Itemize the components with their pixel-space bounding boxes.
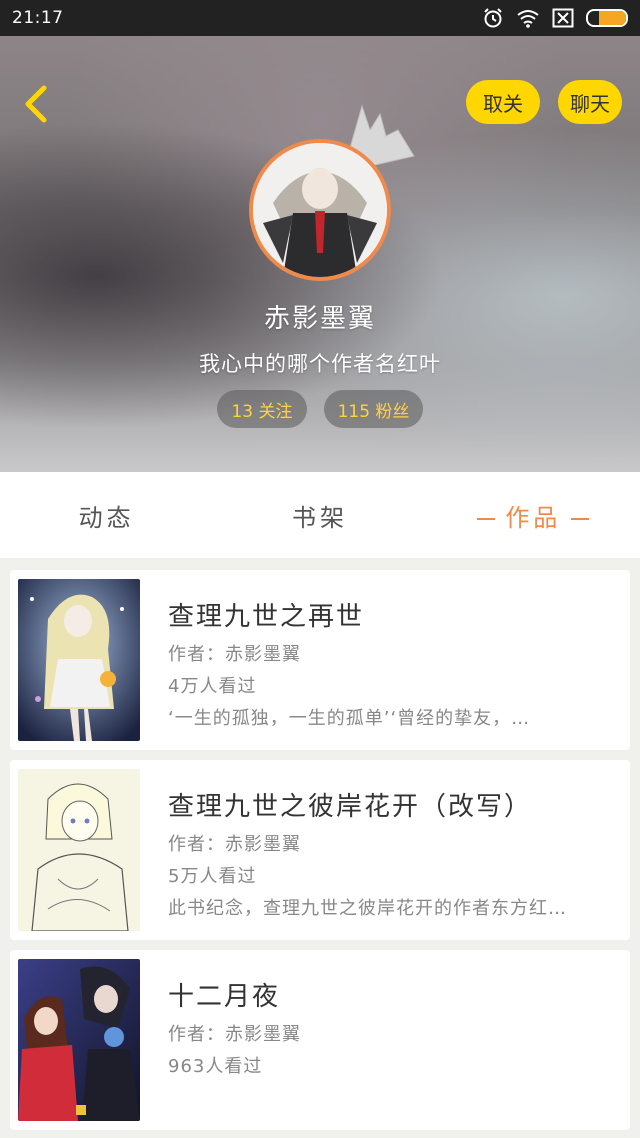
- following-count[interactable]: 13 关注: [217, 390, 307, 428]
- tab-feed-label: 动态: [78, 503, 135, 532]
- work-card[interactable]: 查理九世之再世 作者：赤影墨翼 4万人看过 ‘一生的孤独，一生的孤单’‘曾经的挚…: [10, 570, 630, 750]
- profile-header: 取关 聊天 赤影墨翼 我心中的哪个作者名红叶 13 关注 115 粉丝: [0, 36, 640, 472]
- back-button[interactable]: [18, 84, 58, 124]
- work-cover: [18, 959, 140, 1121]
- chevron-left-icon: [25, 85, 47, 123]
- work-description: ‘一生的孤独，一生的孤单’‘曾经的挚友，…: [168, 708, 531, 729]
- tab-bookshelf[interactable]: 书架: [213, 498, 426, 533]
- avatar[interactable]: [249, 139, 391, 281]
- work-title: 查理九世之彼岸花开（改写）: [168, 792, 533, 822]
- tab-active-dash-right: [571, 517, 590, 520]
- work-title: 查理九世之再世: [168, 602, 365, 632]
- work-views: 5万人看过: [168, 866, 257, 887]
- status-icons: [482, 7, 628, 29]
- username: 赤影墨翼: [263, 304, 376, 334]
- work-card[interactable]: 十二月夜 作者：赤影墨翼 963人看过: [10, 950, 630, 1130]
- battery-fill: [599, 11, 626, 25]
- tab-bookshelf-label: 书架: [291, 503, 348, 532]
- work-author: 作者：赤影墨翼: [168, 1024, 301, 1045]
- work-cover: [18, 769, 140, 931]
- alarm-icon: [482, 7, 504, 29]
- close-box-icon: [552, 8, 574, 28]
- battery-icon: [586, 9, 628, 27]
- work-card[interactable]: 查理九世之彼岸花开（改写） 作者：赤影墨翼 5万人看过 此书纪念，查理九世之彼岸…: [10, 760, 630, 940]
- work-author: 作者：赤影墨翼: [168, 834, 301, 855]
- status-bar: 21:17: [0, 0, 640, 36]
- wifi-icon: [516, 8, 540, 28]
- tab-works-label: 作品: [505, 503, 562, 532]
- unfollow-button[interactable]: 取关: [466, 80, 540, 124]
- tab-works[interactable]: 作品: [427, 498, 640, 533]
- bio: 我心中的哪个作者名红叶: [199, 352, 441, 376]
- work-cover: [18, 579, 140, 741]
- avatar-image: [249, 139, 391, 281]
- work-description: 此书纪念，查理九世之彼岸花开的作者东方红…: [168, 898, 567, 919]
- tab-active-dash-left: [477, 517, 496, 520]
- work-title: 十二月夜: [168, 982, 281, 1012]
- tab-feed[interactable]: 动态: [0, 498, 213, 533]
- work-views: 4万人看过: [168, 676, 257, 697]
- tab-bar: 动态 书架 作品: [0, 472, 640, 558]
- chat-button[interactable]: 聊天: [558, 80, 622, 124]
- work-views: 963人看过: [168, 1056, 263, 1077]
- work-author: 作者：赤影墨翼: [168, 644, 301, 665]
- fans-count[interactable]: 115 粉丝: [324, 390, 423, 428]
- works-list: 查理九世之再世 作者：赤影墨翼 4万人看过 ‘一生的孤独，一生的孤单’‘曾经的挚…: [0, 558, 640, 1138]
- status-time: 21:17: [12, 8, 64, 28]
